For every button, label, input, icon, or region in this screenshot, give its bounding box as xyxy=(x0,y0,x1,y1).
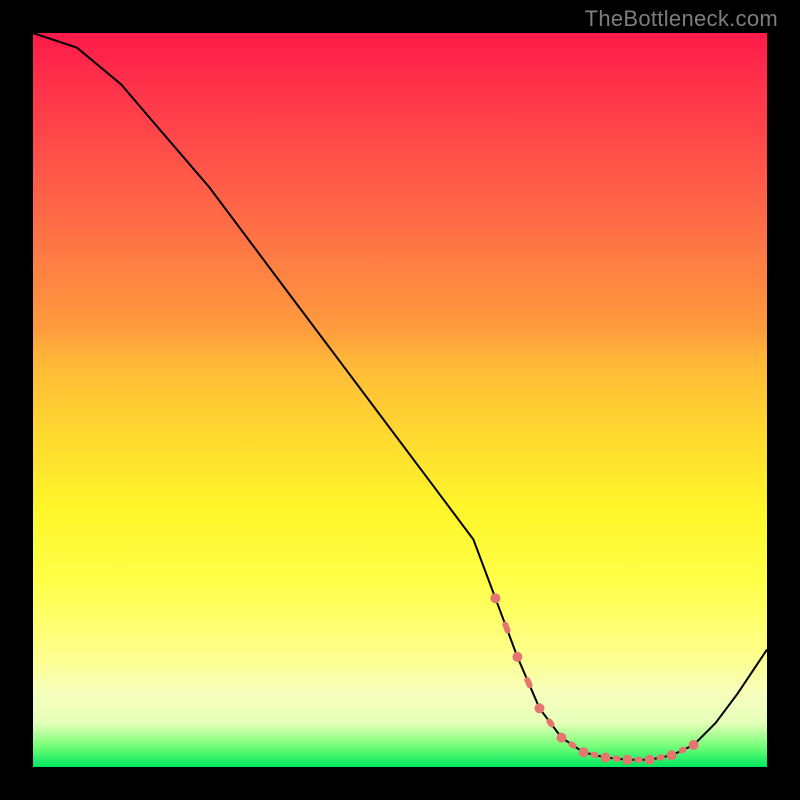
bottleneck-curve xyxy=(33,33,767,760)
highlight-dot xyxy=(645,755,655,765)
highlight-dash xyxy=(549,722,551,725)
highlight-dash xyxy=(682,750,684,751)
highlight-dash xyxy=(660,757,662,758)
highlight-dash xyxy=(505,625,507,631)
highlight-dot xyxy=(579,747,589,757)
highlight-dash xyxy=(571,744,573,746)
highlight-dot xyxy=(623,755,633,765)
chart-overlay xyxy=(33,33,767,767)
highlight-dot xyxy=(601,753,611,763)
highlight-dot xyxy=(667,750,677,760)
highlight-dot xyxy=(535,703,545,713)
highlight-dot xyxy=(689,740,699,750)
highlight-dash xyxy=(593,755,595,756)
highlight-dot xyxy=(512,652,522,662)
highlight-dash xyxy=(527,680,529,685)
highlight-region xyxy=(490,593,698,765)
highlight-dot xyxy=(490,593,500,603)
watermark-text: TheBottleneck.com xyxy=(585,6,778,32)
highlight-dot xyxy=(557,733,567,743)
